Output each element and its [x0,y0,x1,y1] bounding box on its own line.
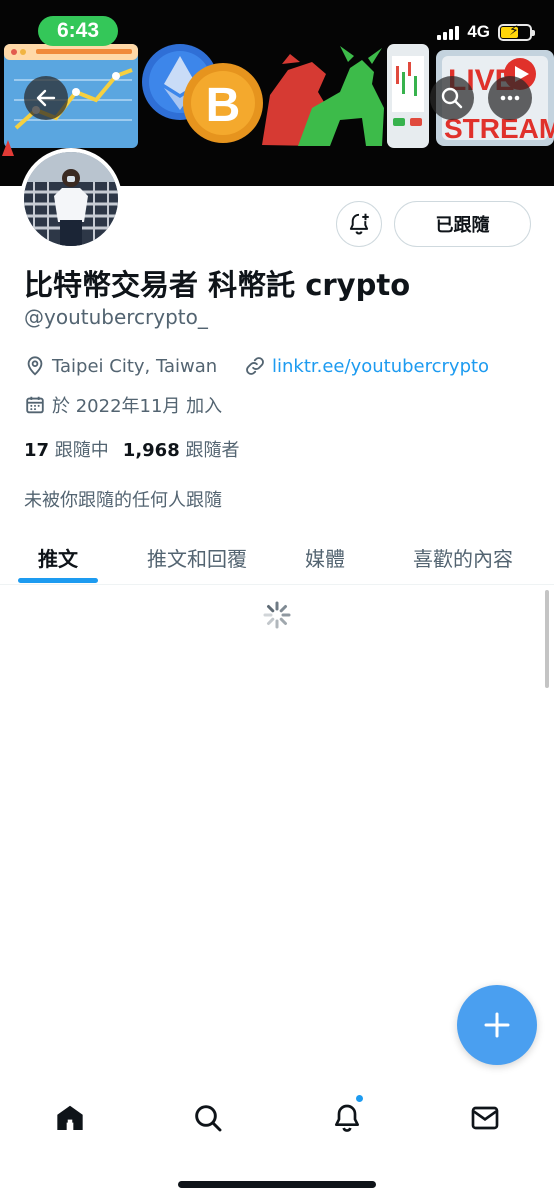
status-indicators: 4G ⚡ [437,22,535,42]
link-icon [246,357,264,375]
scrollbar[interactable] [545,590,549,688]
home-icon [57,1105,83,1130]
compose-tweet-button[interactable] [457,985,537,1065]
tab-tweets-replies[interactable]: 推文和回覆 [126,530,268,585]
calendar-icon [26,396,44,414]
avatar[interactable] [20,148,122,250]
bell-plus-icon [349,213,369,235]
bottom-navigation [0,1084,554,1150]
nav-search[interactable] [188,1098,228,1138]
profile-joined: 於 2022年11月 加入 [24,392,222,418]
home-indicator [178,1181,376,1188]
nav-home[interactable] [50,1098,90,1138]
profile-link[interactable]: linktr.ee/youtubercrypto [244,355,489,377]
followers-stat[interactable]: 1,968 跟隨者 [123,436,240,462]
phone-chart-art [387,44,429,148]
notification-dot [355,1094,364,1103]
bitcoin-coin: B [183,63,263,143]
more-horizontal-icon [500,95,520,101]
followers-label: 跟隨者 [185,440,240,461]
active-tab-indicator [18,578,98,583]
following-label: 跟隨中 [54,440,109,461]
bell-icon [335,1104,359,1132]
link-text[interactable]: linktr.ee/youtubercrypto [272,356,489,377]
bear-bull-art [262,46,384,146]
location-text: Taipei City, Taiwan [52,355,218,377]
user-handle: @youtubercrypto_ [24,305,208,329]
tab-media[interactable]: 媒體 [290,530,360,585]
arrow-left-icon [36,89,56,107]
profile-location: Taipei City, Taiwan [24,355,217,377]
search-button[interactable] [430,76,474,120]
search-icon [441,87,463,109]
nav-messages[interactable] [465,1098,505,1138]
following-button[interactable]: 已跟隨 [394,201,531,247]
network-type: 4G [467,22,490,41]
followers-count: 1,968 [122,440,180,461]
tab-tweets[interactable]: 推文 [18,530,98,585]
display-name: 比特幣交易者 科幣託 crypto [24,268,411,302]
more-button[interactable] [488,76,532,120]
joined-text: 於 2022年11月 加入 [52,396,223,417]
bitcoin-symbol: B [206,79,241,132]
notify-button[interactable] [336,201,382,247]
following-count: 17 [24,440,50,461]
location-pin-icon [27,356,43,376]
followed-by-note: 未被你跟隨的任何人跟隨 [24,490,222,511]
status-time: 6:43 [38,16,118,46]
back-button[interactable] [24,76,68,120]
chart-screen-art [2,44,138,156]
avatar-photo [24,152,118,246]
loading-spinner-icon [263,601,291,629]
signal-icon [437,24,460,40]
search-icon [195,1105,222,1132]
follow-stats: 17 跟隨中 1,968 跟隨者 [24,436,239,462]
tab-likes[interactable]: 喜歡的內容 [396,530,530,585]
profile-tabs: 推文 推文和回覆 媒體 喜歡的內容 [0,530,554,585]
battery-icon: ⚡ [498,23,535,41]
plus-icon [484,1012,510,1038]
following-stat[interactable]: 17 跟隨中 [24,436,109,462]
nav-notifications[interactable] [327,1098,367,1138]
mail-icon [471,1106,499,1130]
